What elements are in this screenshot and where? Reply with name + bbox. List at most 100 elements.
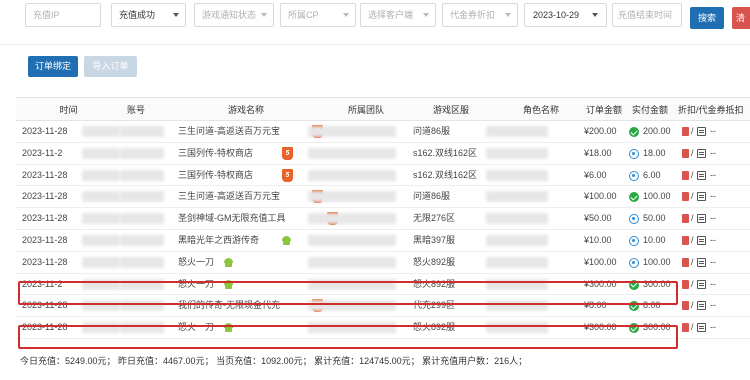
html5-icon: 5: [282, 146, 293, 160]
cell-server: 问道86服: [413, 191, 451, 202]
masked-team: [308, 147, 396, 159]
payment-status-icon: [629, 257, 639, 268]
voucher-icon[interactable]: [682, 170, 689, 180]
cell-game: 圣剑神域-GM无限充值工具: [178, 213, 286, 224]
masked-team: [308, 169, 396, 181]
cell-discount: --: [710, 300, 716, 311]
slash-separator: /: [691, 169, 694, 180]
masked-account: [120, 126, 164, 137]
masked-role: [486, 234, 548, 246]
masked-value: [82, 147, 120, 159]
header-server: 游戏区服: [432, 105, 469, 115]
highlight-box: [18, 325, 678, 349]
masked-account: [120, 213, 164, 225]
masked-team: [308, 126, 396, 137]
highlight-box: [18, 281, 678, 305]
order-bind-button[interactable]: 订单绑定: [28, 56, 78, 77]
edit-icon[interactable]: [697, 235, 706, 245]
clear-button[interactable]: 清: [732, 7, 750, 29]
table-header: 时间 账号 游戏名称 所属团队 游戏区服 角色名称 订单金额 实付金额 折扣/代…: [16, 97, 750, 121]
edit-icon[interactable]: [697, 323, 706, 333]
cell-paid-amount: 18.00: [643, 147, 666, 158]
start-date-value: 2023-10-29: [533, 10, 580, 20]
cell-time: 2023-11-28: [22, 256, 68, 267]
payment-status-icon: [629, 148, 639, 159]
masked-role: [486, 169, 548, 181]
header-order-amount: 订单金额: [585, 105, 622, 115]
payment-status-icon: [629, 235, 639, 246]
payment-status-icon: [629, 127, 639, 137]
cp-select[interactable]: 所属CP: [280, 3, 356, 27]
cell-server: s162.双线162区: [413, 147, 478, 158]
cell-order-amount: ¥200.00: [584, 126, 617, 136]
chevron-down-icon: [592, 13, 598, 17]
table-row: 2023-11-2 三国列传-特权商店 5 s162.双线162区 ¥18.00 18.0…: [16, 143, 750, 165]
slash-separator: /: [691, 147, 694, 158]
android-icon: [282, 235, 291, 245]
voucher-icon[interactable]: [682, 301, 689, 311]
voucher-icon[interactable]: [682, 257, 689, 267]
order-import-button[interactable]: 导入订单: [84, 56, 137, 77]
slash-separator: /: [691, 191, 694, 202]
cell-discount: --: [710, 126, 716, 136]
cell-game: 黑暗光年之西游传奇: [178, 234, 260, 245]
search-button[interactable]: 搜索: [690, 7, 724, 29]
voucher-icon[interactable]: [682, 323, 689, 333]
table-body: 2023-11-28 三生问道-高返送百万元宝5 问道86服 ¥200.00 200.0…: [16, 121, 750, 339]
chevron-down-icon: [261, 13, 267, 17]
voucher-icon[interactable]: [682, 192, 689, 202]
masked-value: [82, 126, 120, 137]
slash-separator: /: [691, 278, 694, 289]
edit-icon[interactable]: [697, 127, 706, 136]
header-team: 所属团队: [347, 105, 384, 115]
customer-select[interactable]: 选择客户端: [360, 3, 436, 27]
voucher-icon[interactable]: [682, 214, 689, 224]
edit-icon[interactable]: [697, 170, 706, 180]
notify-status-placeholder: 游戏通知状态: [202, 10, 257, 20]
table-row: 2023-11-28三生问道-高返送百万元宝5问道86服¥100.00100.0…: [16, 186, 750, 209]
edit-icon[interactable]: [697, 192, 706, 202]
header-account: 账号: [126, 105, 145, 115]
cell-game: 三国列传-特权商店: [178, 169, 253, 180]
header-role: 角色名称: [522, 105, 559, 115]
edit-icon[interactable]: [697, 301, 706, 311]
cell-order-amount: ¥100.00: [584, 256, 617, 267]
cell-order-amount: ¥6.00: [584, 169, 607, 180]
notify-status-select[interactable]: 游戏通知状态: [194, 3, 274, 27]
masked-team: [308, 213, 396, 225]
masked-role: [486, 191, 548, 203]
edit-icon[interactable]: [697, 148, 706, 158]
table-row: 2023-11-28 三国列传-特权商店 5 s162.双线162区 ¥6.00 6.00…: [16, 165, 750, 187]
chevron-down-icon: [505, 13, 511, 17]
voucher-icon[interactable]: [682, 127, 689, 136]
edit-icon[interactable]: [697, 214, 706, 224]
voucher-icon[interactable]: [682, 235, 689, 245]
edit-icon[interactable]: [697, 279, 706, 289]
masked-account: [120, 147, 164, 159]
edit-icon[interactable]: [697, 257, 706, 267]
filter-bar: 充值IP 充值成功 游戏通知状态 所属CP 选择客户端 代金券折扣 2023-1…: [0, 3, 750, 29]
end-date-input[interactable]: 充值结束时间: [612, 3, 682, 27]
status-select[interactable]: 充值成功: [111, 3, 186, 27]
chevron-down-icon: [423, 13, 429, 17]
cell-server: s162.双线162区: [413, 169, 478, 180]
masked-value: [82, 234, 120, 246]
header-paid-amount: 实付金额: [631, 105, 668, 115]
header-discount: 折扣/代金券抵扣: [678, 105, 744, 115]
cell-paid-amount: 200.00: [643, 126, 671, 136]
recharge-ip-input[interactable]: 充值IP: [25, 3, 101, 27]
cell-order-amount: ¥10.00: [584, 234, 612, 245]
voucher-icon[interactable]: [682, 279, 689, 289]
cell-game: 三国列传-特权商店: [178, 147, 253, 158]
cell-discount: --: [710, 322, 716, 333]
cell-game: 三生问道-高返送百万元宝: [178, 126, 280, 136]
cell-paid-amount: 10.00: [643, 234, 666, 245]
slash-separator: /: [691, 300, 694, 311]
start-date-input[interactable]: 2023-10-29: [524, 3, 607, 27]
table-row: 2023-11-28圣剑神域-GM无限充值工具5无限276区¥50.0050.0…: [16, 208, 750, 230]
cell-discount: --: [710, 191, 716, 202]
cell-time: 2023-11-28: [22, 169, 68, 180]
voucher-icon[interactable]: [682, 148, 689, 158]
masked-value: [82, 213, 120, 225]
voucher-select[interactable]: 代金券折扣: [442, 3, 518, 27]
